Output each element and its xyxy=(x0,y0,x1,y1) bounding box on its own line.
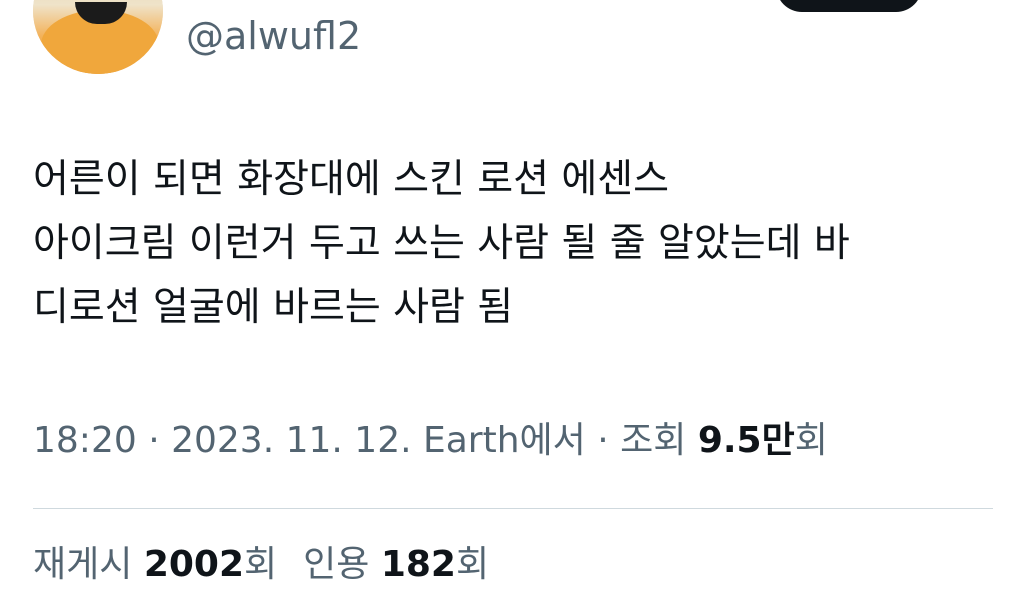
tweet-time[interactable]: 18:20 xyxy=(33,420,137,461)
tweet-source: Earth에서 xyxy=(411,420,586,461)
tweet-date[interactable]: 2023. 11. 12. xyxy=(171,420,411,461)
follow-button[interactable] xyxy=(776,0,922,12)
retweets-stat[interactable]: 재게시 2002회 xyxy=(33,544,277,585)
tweet-detail-view: @alwufl2 어른이 되면 화장대에 스킨 로션 에센스 아이크림 이런거 … xyxy=(0,0,1024,602)
meta-separator: · xyxy=(585,420,621,461)
retweets-label: 재게시 xyxy=(33,544,144,585)
tweet-stats: 재게시 2002회 인용 182회 xyxy=(33,540,489,590)
retweets-unit: 회 xyxy=(244,544,278,585)
quotes-unit: 회 xyxy=(455,544,490,585)
views-count[interactable]: 9.5만 xyxy=(698,420,795,461)
quotes-stat[interactable]: 인용 182회 xyxy=(303,544,489,585)
meta-separator: · xyxy=(136,420,172,461)
avatar[interactable] xyxy=(33,0,163,74)
user-handle[interactable]: @alwufl2 xyxy=(186,12,361,60)
divider xyxy=(33,508,993,509)
tweet-text: 어른이 되면 화장대에 스킨 로션 에센스 아이크림 이런거 두고 쓰는 사람 … xyxy=(33,157,850,330)
quotes-count: 182 xyxy=(380,544,456,585)
tweet-meta: 18:20 · 2023. 11. 12. Earth에서 · 조회 9.5만회 xyxy=(33,416,828,466)
retweets-count: 2002 xyxy=(143,544,245,585)
quotes-label: 인용 xyxy=(303,544,381,585)
views-unit: 회 xyxy=(794,420,828,461)
views-label: 조회 xyxy=(620,420,698,461)
